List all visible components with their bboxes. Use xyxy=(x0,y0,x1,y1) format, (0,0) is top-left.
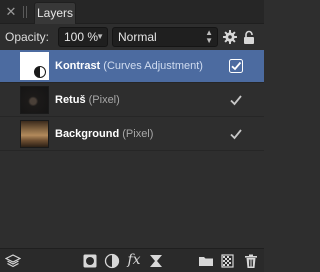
adjustment-icon[interactable] xyxy=(104,253,120,269)
visibility-checkmark-icon[interactable] xyxy=(229,93,243,107)
opacity-label: Opacity: xyxy=(5,30,50,44)
layer-effects-button[interactable]: fx xyxy=(125,252,143,268)
lock-icon[interactable] xyxy=(243,30,255,44)
blend-mode-select[interactable]: Normal ▲ ▼ xyxy=(112,27,218,47)
tab-layers[interactable]: Layers xyxy=(34,2,76,24)
opacity-dropdown[interactable]: 100 % ▼ xyxy=(58,27,108,47)
folder-icon[interactable] xyxy=(198,253,214,269)
layer-stack-icon[interactable] xyxy=(5,253,21,269)
layer-name: Background xyxy=(55,128,120,140)
layer-name: Retuš xyxy=(55,94,86,106)
layer-thumbnail xyxy=(20,52,49,80)
curves-adjustment-icon xyxy=(34,66,46,78)
layers-panel: ✕ Layers Opacity: 100 % ▼ Normal ▲ ▼ Kon… xyxy=(0,0,264,272)
visibility-checkbox-icon[interactable] xyxy=(229,59,243,73)
layer-type: (Curves Adjustment) xyxy=(103,60,203,72)
up-down-arrows-icon: ▲ ▼ xyxy=(205,28,213,45)
mask-layer-icon[interactable] xyxy=(82,253,98,269)
layer-label: Retuš (Pixel) xyxy=(55,94,120,106)
layer-row-kontrast[interactable]: Kontrast (Curves Adjustment) xyxy=(0,50,264,83)
live-filter-icon[interactable] xyxy=(148,253,164,269)
layers-toolbar: fx xyxy=(0,248,264,272)
layer-type: (Pixel) xyxy=(88,94,120,106)
layer-type: (Pixel) xyxy=(122,128,154,140)
panel-title-bar: ✕ Layers xyxy=(0,0,264,24)
opacity-value: 100 % xyxy=(64,30,99,44)
layer-row-background[interactable]: Background (Pixel) xyxy=(0,118,264,151)
layer-thumbnail xyxy=(20,86,49,114)
blend-mode-value: Normal xyxy=(118,30,157,44)
layer-name: Kontrast xyxy=(55,60,101,72)
close-panel-icon[interactable]: ✕ xyxy=(4,5,18,19)
layer-label: Kontrast (Curves Adjustment) xyxy=(55,60,203,72)
layer-label: Background (Pixel) xyxy=(55,128,153,140)
visibility-checkmark-icon[interactable] xyxy=(229,127,243,141)
gear-icon[interactable] xyxy=(223,30,237,44)
add-pixel-layer-icon[interactable] xyxy=(220,253,236,269)
drag-handle-icon[interactable] xyxy=(23,6,28,18)
layer-options-row: Opacity: 100 % ▼ Normal ▲ ▼ xyxy=(0,25,264,49)
trash-icon[interactable] xyxy=(243,253,259,269)
layer-row-retus[interactable]: Retuš (Pixel) xyxy=(0,84,264,117)
layer-thumbnail xyxy=(20,120,49,148)
chevron-down-icon: ▼ xyxy=(96,32,104,41)
